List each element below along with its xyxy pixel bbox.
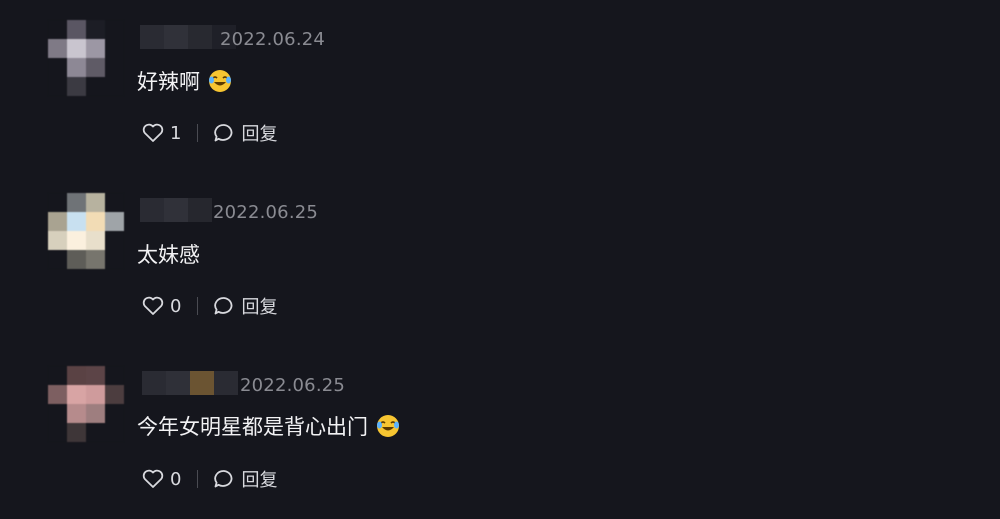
comment-date: 2022.06.25 xyxy=(240,375,346,396)
reply-button[interactable]: 回复 xyxy=(213,466,277,492)
comment-actions: 1 回复 xyxy=(142,120,277,146)
comment-text: 太妹感 xyxy=(137,243,200,267)
avatar[interactable] xyxy=(48,20,124,96)
comment-date: 2022.06.25 xyxy=(213,202,319,223)
username[interactable] xyxy=(142,371,238,395)
divider xyxy=(197,297,199,315)
reply-label: 回复 xyxy=(241,297,278,318)
divider xyxy=(197,470,199,488)
speech-bubble-icon xyxy=(213,123,235,143)
comment-text: 今年女明星都是背心出门 xyxy=(137,411,400,441)
comment-actions: 0 回复 xyxy=(142,293,277,319)
reply-button[interactable]: 回复 xyxy=(213,120,277,146)
heart-outline-icon xyxy=(142,296,164,316)
speech-bubble-icon xyxy=(213,469,235,489)
speech-bubble-icon xyxy=(213,296,235,316)
username[interactable] xyxy=(140,198,212,222)
comment-actions: 0 回复 xyxy=(142,466,277,492)
comment-text: 好辣啊 xyxy=(137,66,232,96)
divider xyxy=(197,124,199,142)
laughing-crying-emoji-icon xyxy=(208,69,232,93)
comment-date: 2022.06.24 xyxy=(220,29,326,50)
heart-outline-icon xyxy=(142,469,164,489)
like-button[interactable]: 1 xyxy=(142,123,181,144)
laughing-crying-emoji-icon xyxy=(376,414,400,438)
like-count: 0 xyxy=(170,295,182,317)
like-count: 1 xyxy=(170,122,182,144)
like-count: 0 xyxy=(170,468,182,490)
reply-button[interactable]: 回复 xyxy=(213,293,277,319)
like-button[interactable]: 0 xyxy=(142,469,181,490)
heart-outline-icon xyxy=(142,123,164,143)
reply-label: 回复 xyxy=(241,124,278,145)
avatar[interactable] xyxy=(48,366,124,442)
reply-label: 回复 xyxy=(241,470,278,491)
avatar[interactable] xyxy=(48,193,124,269)
like-button[interactable]: 0 xyxy=(142,296,181,317)
